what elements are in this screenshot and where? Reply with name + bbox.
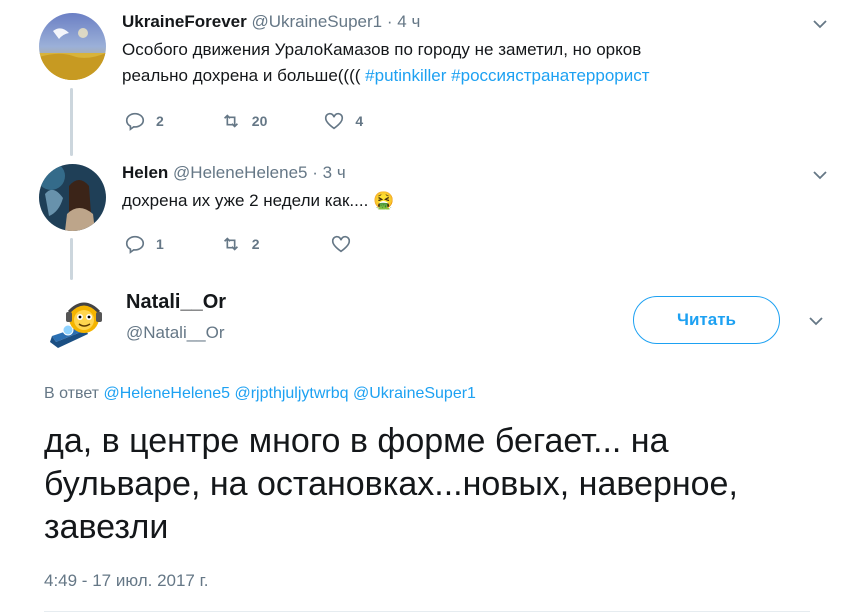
tweet-timestamp[interactable]: 4:49 - 17 июл. 2017 г. (44, 571, 208, 591)
author-name[interactable]: UkraineForever (122, 12, 247, 31)
like-count: 4 (355, 113, 364, 129)
tweet-time[interactable]: 3 ч (323, 163, 346, 182)
mention-link[interactable]: @HeleneHelene5 (103, 385, 230, 402)
author-name[interactable]: Helen (122, 163, 168, 182)
reply-button[interactable]: 1 (124, 233, 164, 255)
avatar[interactable] (44, 290, 111, 357)
reply-count: 2 (156, 113, 164, 129)
tweet-reply-helen[interactable]: Helen @HeleneHelene5 · 3 ч дохрена их уж… (0, 150, 854, 280)
author-handle[interactable]: @UkraineSuper1 (251, 12, 382, 31)
chevron-down-icon[interactable] (808, 313, 824, 329)
hashtag-link[interactable]: #россиястранатеррорист (451, 66, 649, 85)
retweet-count: 2 (251, 236, 260, 252)
author-handle[interactable]: @Natali__Or (126, 323, 225, 343)
mention-link[interactable]: @UkraineSuper1 (353, 385, 476, 402)
tweet-text: да, в центре много в форме бегает... на … (44, 422, 738, 546)
tweet-text: дохрена их уже 2 недели как.... (122, 191, 369, 210)
tweet-time[interactable]: 4 ч (397, 12, 420, 31)
retweet-count: 20 (251, 113, 268, 129)
like-button[interactable]: 4 (323, 110, 363, 132)
reply-icon (125, 112, 145, 131)
tweet-reply-ukraineforever[interactable]: UkraineForever @UkraineSuper1 · 4 ч Особ… (0, 0, 854, 150)
like-button[interactable] (330, 233, 362, 255)
chevron-down-icon[interactable] (812, 16, 828, 32)
retweet-button[interactable]: 20 (220, 110, 268, 132)
retweet-button[interactable]: 2 (220, 233, 260, 255)
like-icon (331, 235, 350, 253)
reply-icon (125, 235, 145, 254)
reply-context: В ответ @HeleneHelene5 @rjpthjuljytwrbq … (44, 385, 476, 403)
retweet-icon (223, 114, 238, 128)
divider (44, 611, 810, 612)
follow-button[interactable]: Читать (633, 296, 780, 344)
separator-dot: · (312, 163, 318, 182)
reply-count: 1 (156, 236, 164, 252)
chevron-down-icon[interactable] (812, 167, 828, 183)
like-icon (325, 112, 344, 130)
mention-link[interactable]: @rjpthjuljytwrbq (234, 385, 348, 402)
retweet-icon (223, 237, 238, 251)
author-handle[interactable]: @HeleneHelene5 (173, 163, 307, 182)
tweet-text-line: реально дохрена и больше(((( (122, 66, 361, 85)
reply-prefix: В ответ (44, 385, 100, 402)
author-name[interactable]: Natali__Or (126, 291, 226, 314)
avatar[interactable] (39, 164, 106, 231)
reply-button[interactable]: 2 (124, 110, 164, 132)
hashtag-link[interactable]: #putinkiller (365, 66, 446, 85)
separator-dot: · (386, 12, 393, 31)
tweet-text-line: Особого движения УралоКамазов по городу … (122, 40, 642, 59)
nauseated-face-emoji: 🤮 (373, 191, 395, 210)
avatar[interactable] (39, 13, 106, 80)
